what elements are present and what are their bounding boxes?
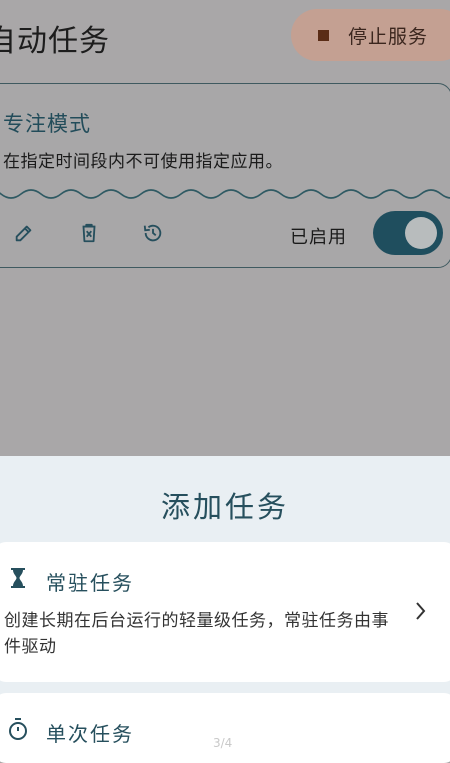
delete-icon [82,223,96,243]
sheet-title: 添加任务 [160,490,289,524]
toggle-knob [405,217,437,249]
persistent-task-option[interactable]: 常驻任务 创建长期在后台运行的轻量级任务，常驻任务由事件驱动 [0,542,450,682]
persistent-task-description: 创建长期在后台运行的轻量级任务，常驻任务由事件驱动 [4,611,389,657]
stop-service-label: 停止服务 [348,25,429,48]
delete-button[interactable] [76,220,102,246]
history-icon [143,224,162,242]
page-indicator: 3/4 [213,736,233,750]
hourglass-icon [11,568,25,588]
one-time-task-option[interactable]: 单次任务 [0,693,450,763]
chevron-right-icon [416,602,426,620]
stop-icon [318,29,329,41]
one-time-task-title: 单次任务 [46,722,134,746]
history-button[interactable] [140,220,166,246]
page-title: 自动任务 [0,24,110,59]
task-name: 专注模式 [3,112,91,136]
edit-button[interactable] [11,220,37,246]
timer-icon [9,718,27,740]
stop-service-button[interactable]: 停止服务 [291,9,450,61]
add-task-sheet: 添加任务 常驻任务 创建长期在后台运行的轻量级任务，常驻任务由事件驱动 单次任务 [0,456,450,763]
edit-icon [15,225,32,242]
enabled-toggle[interactable] [373,211,443,255]
task-description: 在指定时间段内不可使用指定应用。 [3,152,283,172]
wavy-divider [0,189,450,199]
enabled-label: 已启用 [290,227,347,248]
task-card-actions: 已启用 [0,211,450,255]
persistent-task-title: 常驻任务 [46,571,134,595]
task-card[interactable]: 专注模式 在指定时间段内不可使用指定应用。 已启用 [0,83,450,268]
